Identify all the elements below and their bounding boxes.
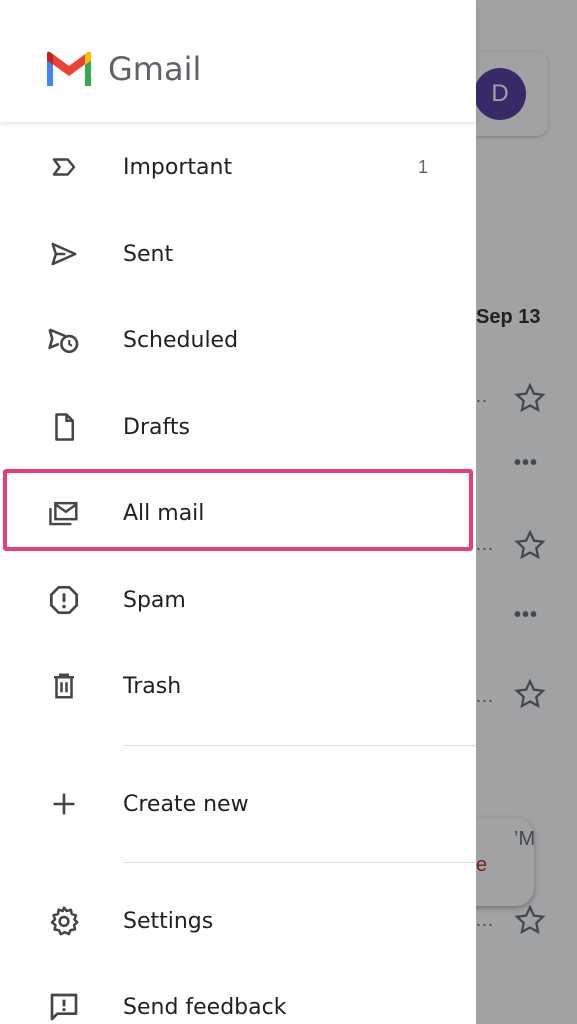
drawer-item-spam[interactable]: Spam	[0, 557, 476, 643]
drawer-item-important[interactable]: Important 1	[0, 124, 476, 210]
drawer-item-label: Spam	[123, 587, 186, 613]
drawer-item-sent[interactable]: Sent	[0, 211, 476, 297]
drawer-item-send-feedback[interactable]: Send feedback	[0, 964, 476, 1024]
drawer-item-label: Scheduled	[123, 327, 239, 353]
plus-icon	[46, 786, 82, 822]
feedback-icon	[46, 989, 82, 1024]
drawer-item-label: Create new	[123, 791, 249, 817]
drawer-item-label: Sent	[123, 241, 174, 267]
trash-icon	[46, 668, 82, 704]
drawer-item-trash[interactable]: Trash	[0, 643, 476, 729]
drawer-item-drafts[interactable]: Drafts	[0, 384, 476, 470]
spam-icon	[46, 582, 82, 618]
gear-icon	[46, 903, 82, 939]
drawer-item-label: Important	[123, 154, 233, 180]
drawer-item-label: Trash	[123, 673, 182, 699]
divider	[123, 862, 476, 863]
drawer-item-scheduled[interactable]: Scheduled	[0, 297, 476, 383]
important-icon	[46, 149, 82, 185]
drawer-item-settings[interactable]: Settings	[0, 878, 476, 964]
drawer-item-label: Drafts	[123, 414, 190, 440]
navigation-drawer: Gmail Important 1 Sent Scheduled Drafts …	[0, 0, 476, 1024]
gmail-logo-icon	[47, 51, 91, 86]
unread-count: 1	[418, 156, 429, 177]
divider	[123, 745, 476, 746]
app-title: Gmail	[108, 50, 202, 88]
send-icon	[46, 236, 82, 272]
drawer-item-label: Send feedback	[123, 994, 287, 1020]
drawer-item-label: Settings	[123, 908, 214, 934]
drawer-header: Gmail	[0, 0, 476, 122]
scheduled-icon	[46, 322, 82, 358]
create-new-label-button[interactable]: Create new	[0, 761, 476, 847]
highlight-box	[3, 469, 473, 551]
draft-icon	[46, 409, 82, 445]
